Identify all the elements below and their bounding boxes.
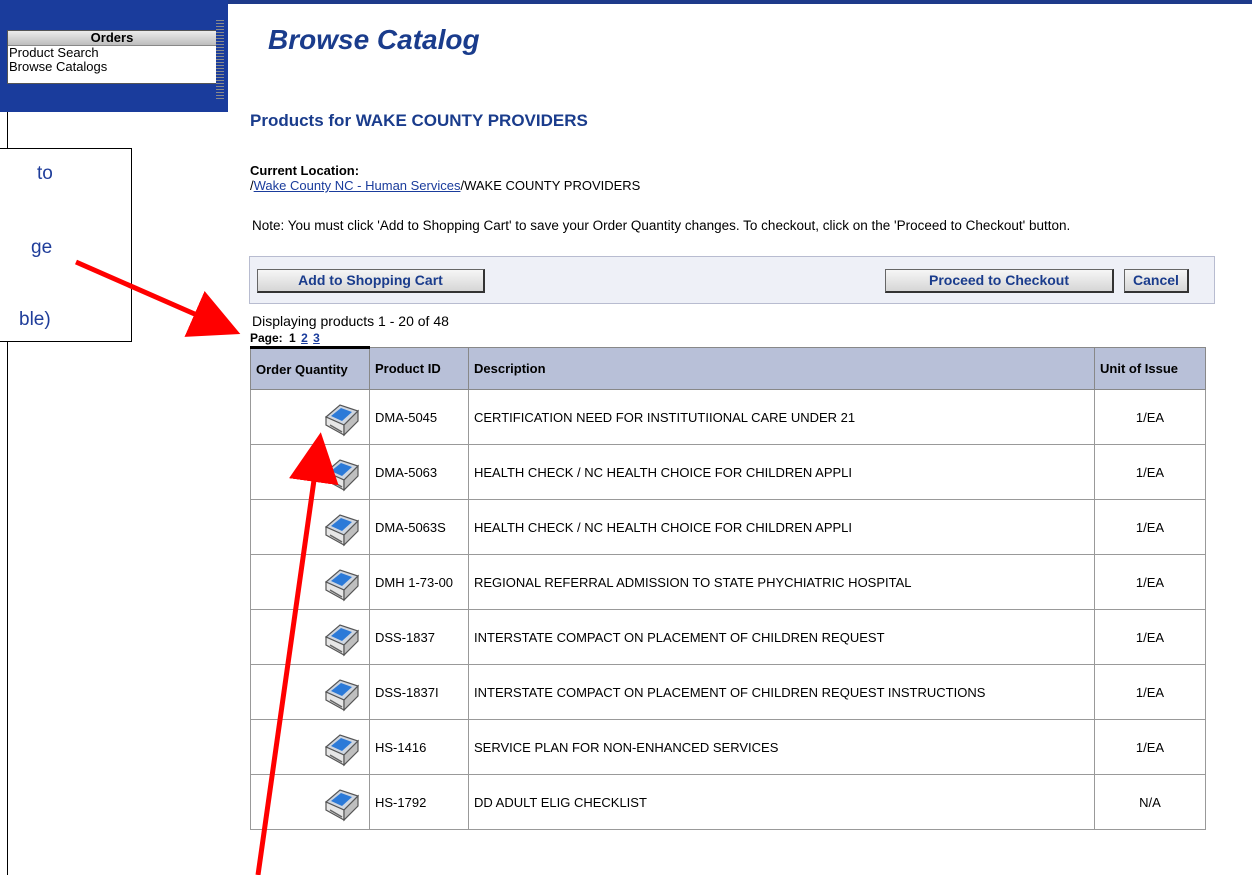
product-id-cell: DSS-1837 <box>369 609 469 665</box>
current-location-label: Current Location: <box>250 163 360 178</box>
page-title: Browse Catalog <box>268 24 480 55</box>
description-cell: SERVICE PLAN FOR NON-ENHANCED SERVICES <box>468 719 1095 775</box>
printer-icon[interactable] <box>320 725 364 769</box>
cart-toolbar: Add to Shopping Cart Proceed to Checkout… <box>249 256 1215 304</box>
unit-of-issue-cell: 1/EA <box>1094 554 1206 610</box>
table-row: HS-1416 SERVICE PLAN FOR NON-ENHANCED SER… <box>250 719 1206 775</box>
printer-icon[interactable] <box>320 450 364 494</box>
column-header-order-quantity[interactable]: Order Quantity <box>250 346 370 390</box>
product-id-cell: DMA-5063 <box>369 444 469 500</box>
order-quantity-cell <box>250 554 370 610</box>
printer-icon[interactable] <box>320 780 364 824</box>
product-id-cell: DMA-5045 <box>369 389 469 445</box>
table-row: DMA-5063 HEALTH CHECK / NC HEALTH CHOICE … <box>250 444 1206 500</box>
description-cell: INTERSTATE COMPACT ON PLACEMENT OF CHILD… <box>468 664 1095 720</box>
checkout-note: Note: You must click 'Add to Shopping Ca… <box>252 218 1071 233</box>
pager-link-3[interactable]: 3 <box>313 331 320 345</box>
column-header-description[interactable]: Description <box>468 347 1095 390</box>
product-id-cell: HS-1792 <box>369 774 469 830</box>
order-quantity-cell <box>250 389 370 445</box>
unit-of-issue-cell: 1/EA <box>1094 609 1206 665</box>
sidebar-resize-handle[interactable] <box>216 20 224 100</box>
unit-of-issue-cell: 1/EA <box>1094 719 1206 775</box>
unit-of-issue-cell: 1/EA <box>1094 389 1206 445</box>
table-row: DSS-1837I INTERSTATE COMPACT ON PLACEMENT… <box>250 664 1206 720</box>
description-cell: HEALTH CHECK / NC HEALTH CHOICE FOR CHIL… <box>468 499 1095 555</box>
unit-of-issue-cell: 1/EA <box>1094 664 1206 720</box>
description-cell: DD ADULT ELIG CHECKLIST <box>468 774 1095 830</box>
sidebar-item-product-search[interactable]: Product Search <box>8 46 216 60</box>
callout-line-1: to <box>37 163 53 184</box>
breadcrumb: /Wake County NC - Human Services/WAKE CO… <box>250 178 640 193</box>
description-cell: INTERSTATE COMPACT ON PLACEMENT OF CHILD… <box>468 609 1095 665</box>
order-quantity-cell <box>250 664 370 720</box>
printer-icon[interactable] <box>320 560 364 604</box>
table-row: DMA-5063S HEALTH CHECK / NC HEALTH CHOICE… <box>250 499 1206 555</box>
printer-icon[interactable] <box>320 505 364 549</box>
callout-line-2: ge <box>31 237 53 258</box>
order-quantity-cell <box>250 609 370 665</box>
product-id-cell: DSS-1837I <box>369 664 469 720</box>
callout-line-3: ble) <box>19 309 51 330</box>
pager-link-2[interactable]: 2 <box>301 331 308 345</box>
order-quantity-cell <box>250 444 370 500</box>
proceed-to-checkout-button[interactable]: Proceed to Checkout <box>885 269 1114 293</box>
unit-of-issue-cell: 1/EA <box>1094 499 1206 555</box>
order-quantity-cell <box>250 499 370 555</box>
description-cell: REGIONAL REFERRAL ADMISSION TO STATE PHY… <box>468 554 1095 610</box>
table-header-row: Order Quantity Product ID Description Un… <box>250 346 1206 390</box>
sidebar-panel: Orders Product Search Browse Catalogs <box>0 0 228 112</box>
column-header-unit-of-issue[interactable]: Unit of Issue <box>1094 347 1206 390</box>
orders-menu-title: Orders <box>8 31 216 46</box>
description-cell: HEALTH CHECK / NC HEALTH CHOICE FOR CHIL… <box>468 444 1095 500</box>
table-row: DMA-5045 CERTIFICATION NEED FOR INSTITUTI… <box>250 389 1206 445</box>
order-quantity-cell <box>250 719 370 775</box>
display-count: Displaying products 1 - 20 of 48 <box>252 313 449 329</box>
order-quantity-cell <box>250 774 370 830</box>
product-id-cell: HS-1416 <box>369 719 469 775</box>
orders-menu: Orders Product Search Browse Catalogs <box>7 30 217 84</box>
pager-current-page: 1 <box>289 331 296 345</box>
unit-of-issue-cell: N/A <box>1094 774 1206 830</box>
table-row: DMH 1-73-00 REGIONAL REFERRAL ADMISSION T… <box>250 554 1206 610</box>
printer-icon[interactable] <box>320 670 364 714</box>
pager: Page: 1 2 3 <box>250 331 320 345</box>
unit-of-issue-cell: 1/EA <box>1094 444 1206 500</box>
add-to-cart-button[interactable]: Add to Shopping Cart <box>257 269 485 293</box>
cancel-button[interactable]: Cancel <box>1124 269 1189 293</box>
products-heading: Products for WAKE COUNTY PROVIDERS <box>250 111 588 130</box>
table-row: DSS-1837 INTERSTATE COMPACT ON PLACEMENT … <box>250 609 1206 665</box>
products-table: Order Quantity Product ID Description Un… <box>250 346 1206 830</box>
printer-icon[interactable] <box>320 395 364 439</box>
printer-icon[interactable] <box>320 615 364 659</box>
product-id-cell: DMH 1-73-00 <box>369 554 469 610</box>
sidebar-item-browse-catalogs[interactable]: Browse Catalogs <box>8 60 216 74</box>
table-row: HS-1792 DD ADULT ELIG CHECKLIST N/A <box>250 774 1206 830</box>
description-cell: CERTIFICATION NEED FOR INSTITUTIIONAL CA… <box>468 389 1095 445</box>
breadcrumb-current: /WAKE COUNTY PROVIDERS <box>460 178 641 193</box>
pager-label: Page: <box>250 331 283 345</box>
product-id-cell: DMA-5063S <box>369 499 469 555</box>
column-header-product-id[interactable]: Product ID <box>369 347 469 390</box>
annotation-callout-box: to ge ble) <box>0 148 132 342</box>
breadcrumb-link-human-services[interactable]: Wake County NC - Human Services <box>254 178 461 193</box>
